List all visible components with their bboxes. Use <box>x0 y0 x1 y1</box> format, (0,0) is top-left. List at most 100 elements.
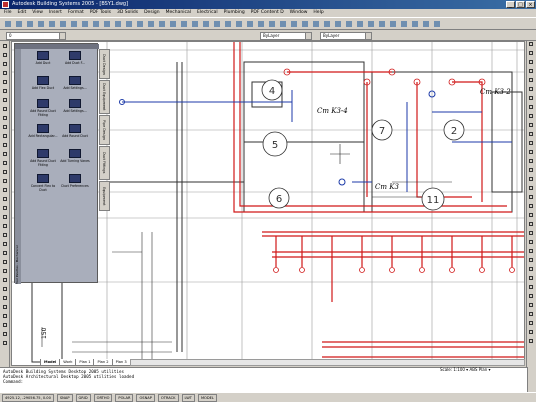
tool-button[interactable] <box>528 51 536 59</box>
tool-button[interactable] <box>1 177 9 185</box>
palette-side-bar[interactable]: Tool Palettes - Mechanical <box>15 49 21 284</box>
tool-button[interactable] <box>528 267 536 275</box>
toolbar-button[interactable] <box>4 20 12 28</box>
osnap-toggle[interactable]: OSNAP <box>136 394 155 402</box>
tool-button[interactable] <box>1 123 9 131</box>
tool-button[interactable] <box>1 231 9 239</box>
layer-combo[interactable]: 0 <box>6 32 66 40</box>
linetype-combo[interactable]: ByLayer <box>320 32 372 40</box>
toolbar-button[interactable] <box>290 20 298 28</box>
tool-button[interactable] <box>528 96 536 104</box>
tool-button[interactable] <box>1 213 9 221</box>
tool-button[interactable] <box>528 285 536 293</box>
toolbar-button[interactable] <box>213 20 221 28</box>
menu-edit[interactable]: Edit <box>18 9 27 17</box>
tool-button[interactable] <box>1 186 9 194</box>
tool-button[interactable] <box>1 222 9 230</box>
menu-insert[interactable]: Insert <box>49 9 62 17</box>
toolbar-button[interactable] <box>433 20 441 28</box>
tool-button[interactable] <box>528 303 536 311</box>
tool-button[interactable] <box>1 339 9 347</box>
toolbar-button[interactable] <box>257 20 265 28</box>
tool-button[interactable] <box>528 258 536 266</box>
horizontal-scrollbar[interactable] <box>130 359 525 366</box>
toolbar-button[interactable] <box>70 20 78 28</box>
tool-button[interactable] <box>1 87 9 95</box>
scale-indicator[interactable]: Scale: 1:100 ▾ ABS Plan ▾ <box>440 367 490 373</box>
tool-button[interactable] <box>1 150 9 158</box>
ortho-toggle[interactable]: ORTHO <box>93 394 113 402</box>
tool-button[interactable] <box>528 312 536 320</box>
tab-plan-3[interactable]: Plan 3 <box>111 359 131 366</box>
tool-button[interactable] <box>528 123 536 131</box>
otrack-toggle[interactable]: OTRACK <box>157 394 179 402</box>
tab-duct-equipment[interactable]: Duct Equipment <box>99 80 110 114</box>
toolbar-button[interactable] <box>378 20 386 28</box>
tool-button[interactable] <box>1 141 9 149</box>
menu-view[interactable]: View <box>32 9 43 17</box>
toolbar-button[interactable] <box>224 20 232 28</box>
menu-window[interactable]: Window <box>290 9 308 17</box>
toolbar-button[interactable] <box>345 20 353 28</box>
toolbar-button[interactable] <box>15 20 23 28</box>
tool-button[interactable] <box>528 87 536 95</box>
tool-button[interactable] <box>528 330 536 338</box>
tool-duct-preferences[interactable]: Duct Preferences <box>60 172 90 202</box>
tool-button[interactable] <box>1 78 9 86</box>
toolbar-button[interactable] <box>37 20 45 28</box>
tool-button[interactable] <box>528 195 536 203</box>
toolbar-button[interactable] <box>114 20 122 28</box>
tool-button[interactable] <box>1 168 9 176</box>
menu-electrical[interactable]: Electrical <box>197 9 218 17</box>
toolbar-button[interactable] <box>103 20 111 28</box>
tool-button[interactable] <box>528 132 536 140</box>
tool-button[interactable] <box>528 141 536 149</box>
toolbar-button[interactable] <box>367 20 375 28</box>
app-icon[interactable] <box>2 1 9 8</box>
chevron-down-icon[interactable] <box>59 33 65 39</box>
tab-model[interactable]: Model <box>40 359 61 366</box>
toolbar-button[interactable] <box>235 20 243 28</box>
tool-button[interactable] <box>528 105 536 113</box>
tool-button[interactable] <box>1 96 9 104</box>
tool-button[interactable] <box>1 303 9 311</box>
tool-button[interactable] <box>1 258 9 266</box>
toolbar-button[interactable] <box>191 20 199 28</box>
tool-button[interactable] <box>528 42 536 50</box>
toolbar-button[interactable] <box>48 20 56 28</box>
tool-button[interactable] <box>528 321 536 329</box>
menu-pdf-content[interactable]: PDF Content D <box>251 9 284 17</box>
command-scrollbar[interactable] <box>527 367 536 392</box>
tab-duct-fittings[interactable]: Duct Fittings <box>99 146 110 180</box>
model-toggle[interactable]: MODEL <box>197 394 217 402</box>
tool-button[interactable] <box>528 339 536 347</box>
toolbar-button[interactable] <box>268 20 276 28</box>
tool-button[interactable] <box>1 294 9 302</box>
toolbar-button[interactable] <box>279 20 287 28</box>
tool-button[interactable] <box>528 69 536 77</box>
command-prompt[interactable]: Command: <box>3 379 533 384</box>
toolbar-button[interactable] <box>180 20 188 28</box>
tab-plan-1[interactable]: Plan 1 <box>75 359 95 366</box>
tool-button[interactable] <box>528 294 536 302</box>
toolbar-button[interactable] <box>92 20 100 28</box>
toolbar-button[interactable] <box>125 20 133 28</box>
tool-convert-flex[interactable]: Convert Flex to Duct <box>28 172 58 202</box>
tool-button[interactable] <box>528 276 536 284</box>
tool-button[interactable] <box>528 213 536 221</box>
tool-button[interactable] <box>528 114 536 122</box>
menu-help[interactable]: Help <box>313 9 323 17</box>
grid-toggle[interactable]: GRID <box>75 394 91 402</box>
toolbar-button[interactable] <box>59 20 67 28</box>
tool-button[interactable] <box>1 276 9 284</box>
tool-button[interactable] <box>1 42 9 50</box>
tool-button[interactable] <box>1 195 9 203</box>
tool-button[interactable] <box>1 330 9 338</box>
toolbar-button[interactable] <box>246 20 254 28</box>
tab-plan-2[interactable]: Plan 2 <box>93 359 113 366</box>
tool-button[interactable] <box>1 285 9 293</box>
toolbar-button[interactable] <box>136 20 144 28</box>
menu-file[interactable]: File <box>4 9 12 17</box>
maximize-button[interactable]: □ <box>516 1 525 8</box>
tool-button[interactable] <box>528 186 536 194</box>
